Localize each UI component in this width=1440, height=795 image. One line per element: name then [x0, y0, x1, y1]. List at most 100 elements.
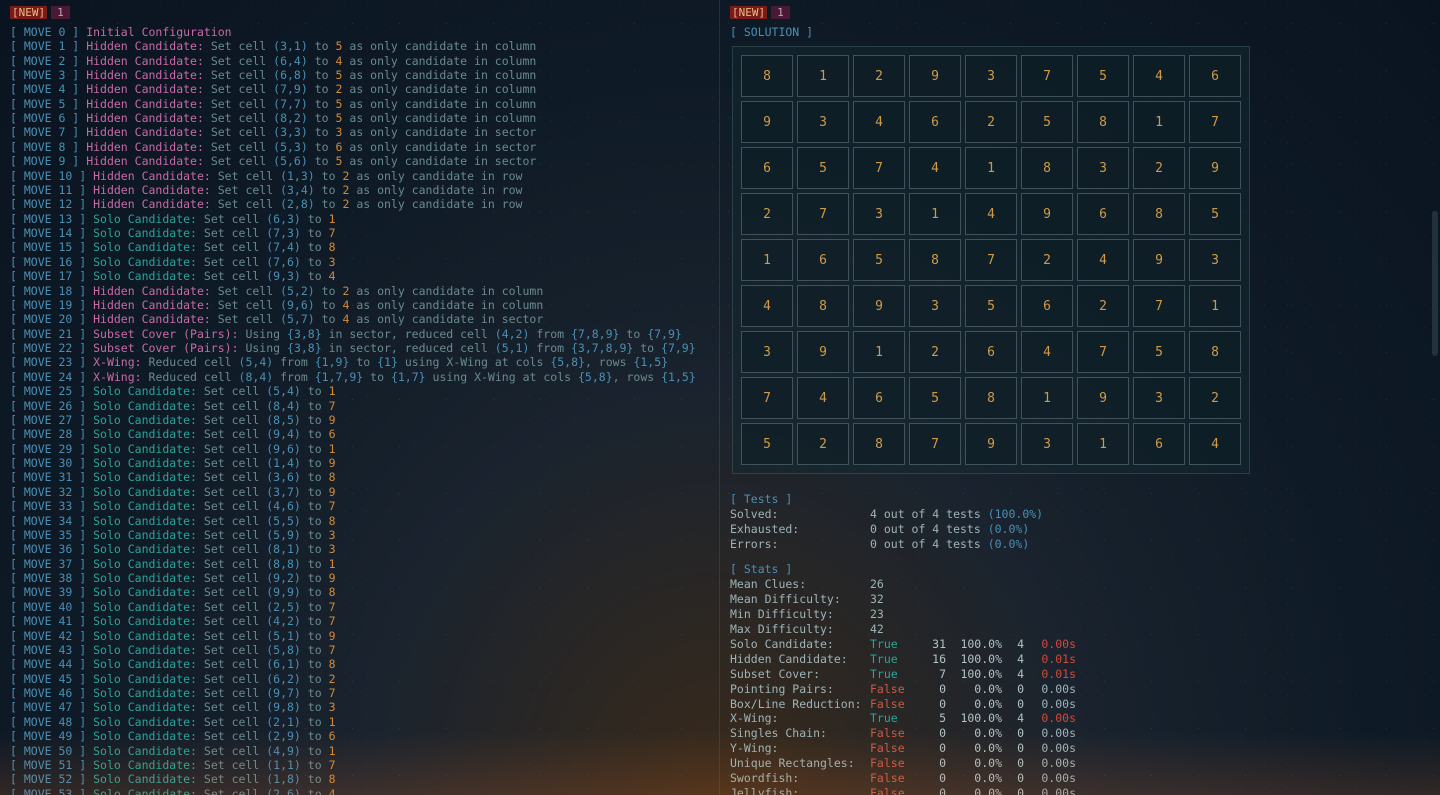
grid-cell: 2: [1189, 377, 1241, 419]
scrollbar[interactable]: [1432, 30, 1438, 755]
grid-cell: 8: [797, 285, 849, 327]
log-row: [ MOVE 43 ] Solo Candidate: Set cell (5,…: [10, 643, 709, 657]
grid-cell: 6: [965, 331, 1017, 373]
log-row: [ MOVE 33 ] Solo Candidate: Set cell (4,…: [10, 499, 709, 513]
scrollbar-thumb[interactable]: [1432, 211, 1438, 356]
log-row: [ MOVE 8 ] Hidden Candidate: Set cell (5…: [10, 140, 709, 154]
stat-row: Mean Difficulty:32: [730, 592, 1430, 607]
stat-row: Max Difficulty:42: [730, 622, 1430, 637]
grid-cell: 8: [909, 239, 961, 281]
grid-cell: 9: [1133, 239, 1185, 281]
grid-cell: 6: [797, 239, 849, 281]
grid-cell: 9: [741, 101, 793, 143]
grid-cell: 6: [1133, 423, 1185, 465]
log-row: [ MOVE 46 ] Solo Candidate: Set cell (9,…: [10, 686, 709, 700]
tab-1-left[interactable]: 1: [51, 6, 70, 19]
grid-cell: 8: [965, 377, 1017, 419]
log-row: [ MOVE 45 ] Solo Candidate: Set cell (6,…: [10, 672, 709, 686]
stats-basic-block: Mean Clues:26Mean Difficulty:32Min Diffi…: [730, 577, 1430, 637]
grid-cell: 6: [853, 377, 905, 419]
grid-cell: 6: [909, 101, 961, 143]
grid-cell: 4: [1133, 55, 1185, 97]
stats-header: [ Stats ]: [730, 562, 1430, 577]
log-row: [ MOVE 34 ] Solo Candidate: Set cell (5,…: [10, 514, 709, 528]
grid-cell: 2: [965, 101, 1017, 143]
log-row: [ MOVE 50 ] Solo Candidate: Set cell (4,…: [10, 744, 709, 758]
grid-cell: 1: [909, 193, 961, 235]
grid-cell: 3: [853, 193, 905, 235]
log-row: [ MOVE 23 ] X-Wing: Reduced cell (5,4) f…: [10, 355, 709, 369]
log-row: [ MOVE 19 ] Hidden Candidate: Set cell (…: [10, 298, 709, 312]
log-row: [ MOVE 30 ] Solo Candidate: Set cell (1,…: [10, 456, 709, 470]
grid-cell: 3: [1189, 239, 1241, 281]
log-row: [ MOVE 26 ] Solo Candidate: Set cell (8,…: [10, 399, 709, 413]
grid-cell: 9: [853, 285, 905, 327]
grid-cell: 6: [741, 147, 793, 189]
technique-row: X-Wing:True5100.0%40.00s: [730, 711, 1430, 726]
solution-header: [ SOLUTION ]: [730, 25, 1430, 41]
grid-cell: 7: [741, 377, 793, 419]
solution-grid: 8129375469346258176574183292731496851658…: [732, 46, 1250, 474]
log-row: [ MOVE 22 ] Subset Cover (Pairs): Using …: [10, 341, 709, 355]
grid-cell: 2: [1133, 147, 1185, 189]
grid-cell: 8: [741, 55, 793, 97]
log-row: [ MOVE 41 ] Solo Candidate: Set cell (4,…: [10, 614, 709, 628]
log-row: [ MOVE 51 ] Solo Candidate: Set cell (1,…: [10, 758, 709, 772]
grid-cell: 1: [1077, 423, 1129, 465]
log-row: [ MOVE 10 ] Hidden Candidate: Set cell (…: [10, 169, 709, 183]
grid-cell: 7: [1077, 331, 1129, 373]
grid-cell: 7: [797, 193, 849, 235]
grid-cell: 4: [909, 147, 961, 189]
tab-1-right[interactable]: 1: [771, 6, 790, 19]
left-tabs: [NEW] 1: [10, 6, 709, 21]
tab-new-left[interactable]: [NEW]: [10, 6, 47, 19]
grid-cell: 7: [909, 423, 961, 465]
log-row: [ MOVE 0 ] Initial Configuration: [10, 25, 709, 39]
grid-cell: 4: [1077, 239, 1129, 281]
log-row: [ MOVE 35 ] Solo Candidate: Set cell (5,…: [10, 528, 709, 542]
grid-cell: 5: [853, 239, 905, 281]
grid-cell: 3: [1077, 147, 1129, 189]
left-pane: [NEW] 1 [ MOVE 0 ] Initial Configuration […: [0, 0, 720, 795]
log-row: [ MOVE 4 ] Hidden Candidate: Set cell (7…: [10, 82, 709, 96]
grid-row: 489356271: [739, 283, 1243, 329]
log-row: [ MOVE 2 ] Hidden Candidate: Set cell (6…: [10, 54, 709, 68]
grid-cell: 3: [1021, 423, 1073, 465]
test-row: Exhausted:0 out of 4 tests (0.0%): [730, 522, 1430, 537]
log-row: [ MOVE 32 ] Solo Candidate: Set cell (3,…: [10, 485, 709, 499]
grid-cell: 9: [965, 423, 1017, 465]
log-row: [ MOVE 11 ] Hidden Candidate: Set cell (…: [10, 183, 709, 197]
technique-row: Subset Cover:True7100.0%40.01s: [730, 667, 1430, 682]
grid-cell: 8: [1133, 193, 1185, 235]
grid-cell: 5: [909, 377, 961, 419]
grid-cell: 7: [1133, 285, 1185, 327]
log-row: [ MOVE 39 ] Solo Candidate: Set cell (9,…: [10, 585, 709, 599]
grid-cell: 9: [1021, 193, 1073, 235]
log-row: [ MOVE 18 ] Hidden Candidate: Set cell (…: [10, 284, 709, 298]
technique-row: Pointing Pairs:False00.0%00.00s: [730, 682, 1430, 697]
log-row: [ MOVE 5 ] Hidden Candidate: Set cell (7…: [10, 97, 709, 111]
log-row: [ MOVE 7 ] Hidden Candidate: Set cell (3…: [10, 125, 709, 139]
grid-row: 812937546: [739, 53, 1243, 99]
log-row: [ MOVE 24 ] X-Wing: Reduced cell (8,4) f…: [10, 370, 709, 384]
log-row: [ MOVE 53 ] Solo Candidate: Set cell (2,…: [10, 787, 709, 795]
log-row: [ MOVE 29 ] Solo Candidate: Set cell (9,…: [10, 442, 709, 456]
log-row: [ MOVE 20 ] Hidden Candidate: Set cell (…: [10, 312, 709, 326]
log-row: [ MOVE 9 ] Hidden Candidate: Set cell (5…: [10, 154, 709, 168]
log-row: [ MOVE 44 ] Solo Candidate: Set cell (6,…: [10, 657, 709, 671]
grid-cell: 2: [797, 423, 849, 465]
right-body: [ Tests ] Solved:4 out of 4 tests (100.0…: [730, 492, 1430, 795]
log-row: [ MOVE 6 ] Hidden Candidate: Set cell (8…: [10, 111, 709, 125]
grid-cell: 7: [965, 239, 1017, 281]
tab-new-right[interactable]: [NEW]: [730, 6, 767, 19]
log-row: [ MOVE 28 ] Solo Candidate: Set cell (9,…: [10, 427, 709, 441]
grid-cell: 9: [797, 331, 849, 373]
technique-row: Singles Chain:False00.0%00.00s: [730, 726, 1430, 741]
grid-cell: 5: [965, 285, 1017, 327]
grid-cell: 5: [1189, 193, 1241, 235]
grid-cell: 8: [1077, 101, 1129, 143]
technique-stats: Solo Candidate:True31100.0%40.00sHidden …: [730, 637, 1430, 795]
grid-cell: 9: [1189, 147, 1241, 189]
tests-header: [ Tests ]: [730, 492, 1430, 507]
log-row: [ MOVE 37 ] Solo Candidate: Set cell (8,…: [10, 557, 709, 571]
